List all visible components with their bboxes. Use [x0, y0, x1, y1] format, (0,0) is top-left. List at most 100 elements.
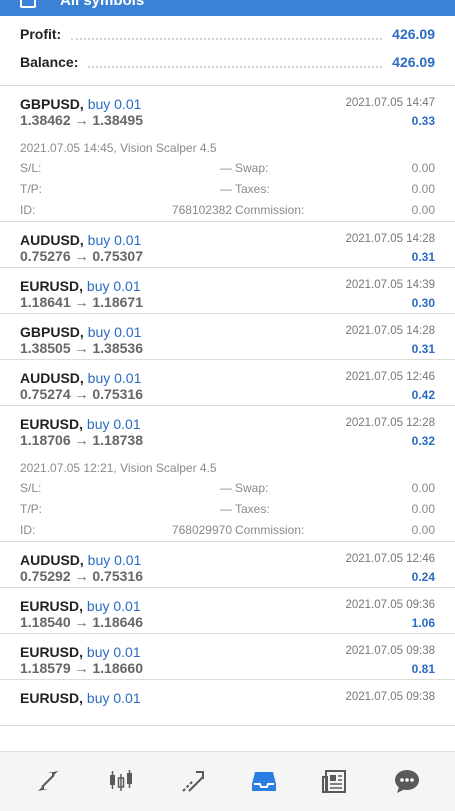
deal-side: buy 0.01: [87, 324, 142, 340]
deal-profit: 0.32: [411, 434, 435, 448]
deal-prices: 1.38505 → 1.38536: [20, 340, 143, 356]
taxes-label: Taxes:: [235, 502, 270, 516]
deal-time: 2021.07.05 14:39: [345, 279, 435, 291]
deal-profit: 0.81: [411, 662, 435, 676]
deal-side: buy 0.01: [87, 96, 142, 112]
deal-profit: 0.31: [411, 342, 435, 356]
deal-prices: 1.18579 → 1.18660: [20, 660, 143, 676]
top-toolbar: All symbols: [0, 0, 455, 16]
deal-prices: 1.38462 → 1.38495: [20, 112, 143, 128]
deal-side: buy 0.01: [86, 644, 141, 660]
deal-time: 2021.07.05 12:46: [345, 371, 435, 383]
deal-profit: 0.33: [411, 114, 435, 128]
deal-time: 2021.07.05 09:38: [345, 645, 435, 657]
deal-profit: 0.24: [411, 570, 435, 584]
id-value: 768029970: [171, 523, 232, 537]
page-title[interactable]: All symbols: [60, 0, 144, 9]
account-summary: Profit: 426.09 Balance: 426.09: [0, 16, 455, 86]
deal-details: 2021.07.05 14:45, Vision Scalper 4.5 S/L…: [20, 138, 435, 221]
deal-prices: 1.18641 → 1.18671: [20, 294, 143, 310]
deal-row[interactable]: AUDUSD, buy 0.01 0.75274 → 0.75316 2021.…: [0, 360, 455, 406]
deal-open-info: 2021.07.05 14:45, Vision Scalper 4.5: [20, 141, 217, 155]
deal-row[interactable]: EURUSD, buy 0.01 1.18641 → 1.18671 2021.…: [0, 268, 455, 314]
deal-time: 2021.07.05 14:28: [345, 325, 435, 337]
chart-icon: [110, 770, 132, 791]
news-icon: [322, 770, 346, 793]
swap-value: 0.00: [411, 161, 435, 175]
balance-label: Balance:: [20, 54, 79, 70]
sl-value: —: [220, 481, 232, 495]
symbols-icon[interactable]: [20, 0, 36, 8]
deal-profit: 0.30: [411, 296, 435, 310]
deal-time: 2021.07.05 09:36: [345, 599, 435, 611]
deal-profit: 0.31: [411, 250, 435, 264]
nav-quotes[interactable]: [33, 766, 63, 796]
deal-side: buy 0.01: [86, 416, 141, 432]
deal-symbol: EURUSD, buy 0.01: [20, 278, 141, 294]
profit-label: Profit:: [20, 26, 62, 42]
taxes-value: 0.00: [411, 182, 435, 196]
history-icon: [252, 772, 276, 791]
deal-side: buy 0.01: [87, 370, 142, 386]
deal-details: 2021.07.05 12:21, Vision Scalper 4.5 S/L…: [20, 458, 435, 541]
deal-symbol: EURUSD, buy 0.01: [20, 416, 141, 432]
tp-label: T/P:: [20, 182, 43, 196]
swap-label: Swap:: [235, 161, 269, 175]
tp-value: —: [220, 182, 232, 196]
deals-list[interactable]: GBPUSD, buy 0.01 1.38462 → 1.38495 2021.…: [0, 86, 455, 751]
deal-symbol: GBPUSD, buy 0.01: [20, 324, 142, 340]
deal-row[interactable]: AUDUSD, buy 0.01 0.75292 → 0.75316 2021.…: [0, 542, 455, 588]
deal-open-info: 2021.07.05 12:21, Vision Scalper 4.5: [20, 461, 217, 475]
deal-prices: 1.18706 → 1.18738: [20, 432, 143, 448]
tp-label: T/P:: [20, 502, 43, 516]
balance-value: 426.09: [392, 54, 435, 70]
deal-row[interactable]: GBPUSD, buy 0.01 1.38462 → 1.38495 2021.…: [0, 86, 455, 222]
nav-chat[interactable]: [392, 766, 422, 796]
quotes-icon: [38, 771, 58, 791]
deal-row[interactable]: EURUSD, buy 0.01 2021.07.05 09:38: [0, 680, 455, 726]
deal-side: buy 0.01: [87, 552, 142, 568]
taxes-value: 0.00: [411, 502, 435, 516]
sl-label: S/L:: [20, 481, 42, 495]
deal-profit: 1.06: [411, 616, 435, 630]
deal-symbol: GBPUSD, buy 0.01: [20, 96, 142, 112]
deal-time: 2021.07.05 09:38: [345, 691, 435, 703]
nav-trade[interactable]: [178, 766, 208, 796]
deal-prices: 0.75276 → 0.75307: [20, 248, 143, 264]
deal-prices: 0.75292 → 0.75316: [20, 568, 143, 584]
deal-prices: 1.18540 → 1.18646: [20, 614, 143, 630]
deal-row[interactable]: EURUSD, buy 0.01 1.18706 → 1.18738 2021.…: [0, 406, 455, 542]
id-label: ID:: [20, 523, 36, 537]
deal-row[interactable]: GBPUSD, buy 0.01 1.38505 → 1.38536 2021.…: [0, 314, 455, 360]
id-value: 768102382: [171, 203, 232, 217]
nav-chart[interactable]: [106, 766, 136, 796]
commission-label: Commission:: [235, 203, 305, 217]
deal-symbol: EURUSD, buy 0.01: [20, 690, 141, 706]
deal-row[interactable]: EURUSD, buy 0.01 1.18540 → 1.18646 2021.…: [0, 588, 455, 634]
deal-time: 2021.07.05 14:47: [345, 97, 435, 109]
deal-time: 2021.07.05 12:28: [345, 417, 435, 429]
sl-value: —: [220, 161, 232, 175]
profit-value: 426.09: [392, 26, 435, 42]
divider: [71, 28, 383, 40]
divider: [88, 56, 383, 68]
commission-label: Commission:: [235, 523, 305, 537]
sl-label: S/L:: [20, 161, 42, 175]
bottom-navigation: [0, 751, 455, 811]
deal-symbol: EURUSD, buy 0.01: [20, 644, 141, 660]
nav-news[interactable]: [320, 766, 350, 796]
deal-symbol: AUDUSD, buy 0.01: [20, 232, 142, 248]
commission-value: 0.00: [411, 203, 435, 217]
deal-row[interactable]: AUDUSD, buy 0.01 0.75276 → 0.75307 2021.…: [0, 222, 455, 268]
deal-side: buy 0.01: [86, 278, 141, 294]
deal-profit: 0.42: [411, 388, 435, 402]
nav-history[interactable]: [249, 766, 279, 796]
deal-side: buy 0.01: [86, 690, 141, 706]
deal-time: 2021.07.05 14:28: [345, 233, 435, 245]
deal-row[interactable]: EURUSD, buy 0.01 1.18579 → 1.18660 2021.…: [0, 634, 455, 680]
profit-row: Profit: 426.09: [20, 22, 435, 46]
commission-value: 0.00: [411, 523, 435, 537]
balance-row: Balance: 426.09: [20, 50, 435, 74]
deal-time: 2021.07.05 12:46: [345, 553, 435, 565]
chat-icon: [395, 770, 419, 793]
